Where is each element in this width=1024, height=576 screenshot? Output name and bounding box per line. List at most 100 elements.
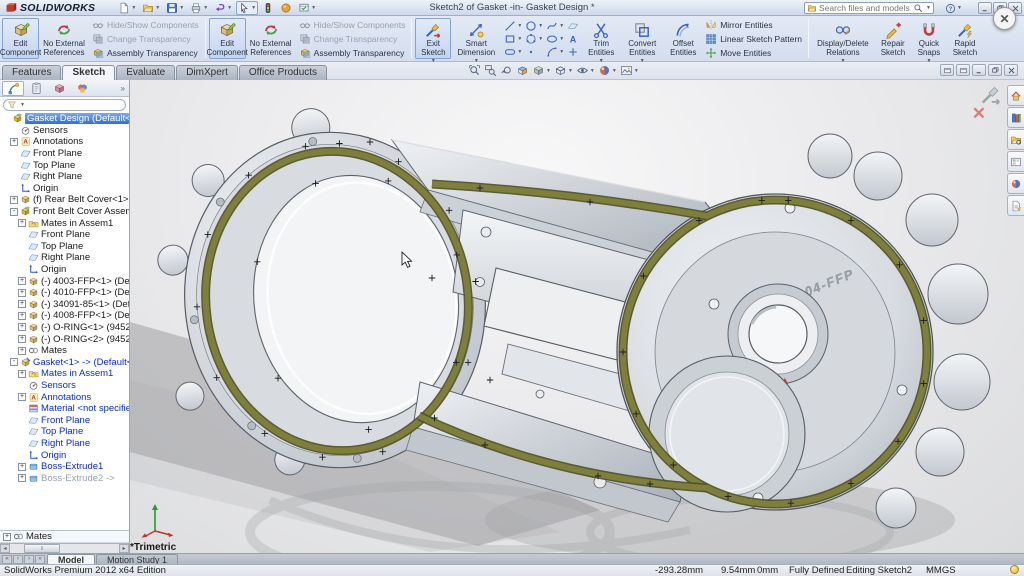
exit-sketch-button[interactable]: Exit Sketch▼ [415, 18, 451, 59]
scene-button[interactable]: ▼ [620, 64, 639, 77]
expander-icon[interactable]: + [18, 323, 26, 331]
app-logo[interactable]: SOLIDWORKS [0, 2, 100, 14]
tab-dimxpert[interactable]: DimXpert [176, 65, 238, 80]
scroll-left-icon[interactable]: ◂ [0, 544, 10, 553]
doc-tab-model[interactable]: Model [47, 554, 95, 564]
status-sphere-icon[interactable] [1010, 565, 1019, 574]
cancel-sketch-icon[interactable]: ✕ [972, 104, 986, 124]
expander-icon[interactable]: - [10, 208, 18, 216]
tab-evaluate[interactable]: Evaluate [116, 65, 175, 80]
zoom-fit-button[interactable] [468, 64, 481, 77]
expander-icon[interactable]: + [18, 347, 26, 355]
plane3d-button[interactable] [567, 19, 579, 32]
convert-entities-button[interactable]: Convert Entities▼ [620, 18, 664, 59]
select-button[interactable]: ▼ [236, 1, 258, 15]
docked-mates-row[interactable]: +Mates [0, 530, 129, 543]
tree-item[interactable]: +(-) 4010-FFP<1> (Defau [0, 287, 129, 299]
config-tab[interactable] [48, 81, 70, 96]
tab-office-products[interactable]: Office Products [239, 65, 327, 80]
move-entities-button[interactable]: Move Entities [705, 46, 802, 59]
tab-sketch[interactable]: Sketch [62, 65, 115, 80]
tree-filter-input[interactable]: ▼ [3, 99, 126, 111]
expander-icon[interactable]: - [10, 358, 18, 366]
minimize-doc-button[interactable] [972, 64, 986, 76]
tree-item[interactable]: +(-) 4003-FFP<1> (Defau [0, 275, 129, 287]
scroll-right-icon[interactable]: ▸ [119, 544, 129, 553]
slot-button[interactable]: ▼ [504, 45, 522, 58]
minimize-button[interactable] [978, 2, 992, 14]
help-button[interactable]: ? ▼ [945, 2, 962, 14]
save-button[interactable]: ▼ [164, 1, 186, 15]
tree-item[interactable]: Origin [0, 264, 129, 276]
hide-show-components-button[interactable]: Hide/Show Components [92, 18, 199, 31]
circular-pattern-button[interactable]: ▼ [525, 32, 543, 45]
tree-item[interactable]: Top Plane [0, 159, 129, 171]
view-orientation-button[interactable]: ▼ [532, 64, 551, 77]
tree-item[interactable]: +(-) O-RING<1> (9452K1 [0, 322, 129, 334]
point-plus-button[interactable] [567, 45, 579, 58]
overlay-close-icon[interactable]: ✕ [993, 7, 1016, 30]
repair-sketch-button[interactable]: Repair Sketch [874, 18, 912, 59]
circle-button[interactable]: ▼ [525, 19, 543, 32]
tree-item[interactable]: +AAnnotations [0, 391, 129, 403]
hide-show-items-button[interactable]: ▼ [576, 64, 595, 77]
appearances-button[interactable]: ▼ [598, 64, 617, 77]
graphics-viewport[interactable]: 4004-FFP [130, 80, 1024, 553]
no-external-references-button[interactable]: No External References [246, 18, 296, 59]
window-doc-button[interactable] [956, 64, 970, 76]
tree-item[interactable]: +Mates in Assem1 [0, 368, 129, 380]
tree-item[interactable]: +(-) 34091-85<1> (Defau [0, 299, 129, 311]
tree-item[interactable]: +Mates [0, 345, 129, 357]
tree-item[interactable]: Right Plane [0, 252, 129, 264]
trim-entities-button[interactable]: Trim Entities▼ [582, 18, 620, 59]
file-explorer-button[interactable] [1007, 129, 1024, 150]
text-button[interactable]: A [567, 32, 579, 45]
doc-tab-motion-study-1[interactable]: Motion Study 1 [96, 554, 178, 564]
mirror-entities-button[interactable]: Mirror Entities [705, 18, 802, 31]
exit-sketch-confirm-icon[interactable] [980, 84, 1002, 106]
expander-icon[interactable]: + [18, 393, 26, 401]
solidworks-resources-button[interactable] [1007, 85, 1024, 106]
view-palette-button[interactable] [1007, 151, 1024, 172]
tab-next-icon[interactable]: › [24, 555, 34, 564]
tree-item[interactable]: +Boss-Extrude1 [0, 461, 129, 473]
tree-item[interactable]: Sensors [0, 125, 129, 137]
display-tab[interactable] [71, 81, 93, 96]
point-button[interactable] [525, 45, 543, 58]
expander-icon[interactable]: + [18, 335, 26, 343]
expander-icon[interactable]: + [18, 474, 26, 482]
search-icon[interactable] [913, 3, 923, 13]
offset-entities-button[interactable]: Offset Entities [664, 18, 702, 59]
rectangle-button[interactable]: ▼ [504, 32, 522, 45]
expander-icon[interactable]: + [18, 277, 26, 285]
linear-sketch-pattern-button[interactable]: Linear Sketch Pattern [705, 32, 802, 45]
tree-item[interactable]: Origin [0, 183, 129, 195]
tree-item[interactable]: +Boss-Extrude2 -> [0, 472, 129, 484]
model-canvas[interactable]: 4004-FFP [130, 80, 1024, 553]
expander-icon[interactable]: + [18, 463, 26, 471]
change-transparency-button[interactable]: Change Transparency [299, 32, 406, 45]
display-style-button[interactable]: ▼ [554, 64, 573, 77]
expander-icon[interactable]: + [18, 300, 26, 308]
appearances-ball-button[interactable] [1007, 173, 1024, 194]
search-input[interactable] [819, 3, 911, 13]
props-tab[interactable] [25, 81, 47, 96]
restore-doc-button[interactable] [988, 64, 1002, 76]
tree-item[interactable]: Front Plane [0, 414, 129, 426]
edit-component-button[interactable]: Edit Component [209, 18, 246, 59]
section-view-button[interactable] [516, 64, 529, 77]
smart-dimension-button[interactable]: Smart Dimension▼ [451, 18, 501, 59]
expander-icon[interactable]: + [18, 289, 26, 297]
tree-item[interactable]: Front Plane [0, 229, 129, 241]
expander-icon[interactable]: + [10, 138, 18, 146]
expander-icon[interactable]: + [18, 370, 26, 378]
hide-show-components-button[interactable]: Hide/Show Components [299, 18, 406, 31]
tree-item[interactable]: +AAnnotations [0, 136, 129, 148]
no-external-references-button[interactable]: No External References [39, 18, 89, 59]
tab-last-icon[interactable]: » [35, 555, 45, 564]
zoom-area-button[interactable] [484, 64, 497, 77]
tree-item[interactable]: +Mates in Assem1 [0, 217, 129, 229]
tree-item[interactable]: Top Plane [0, 241, 129, 253]
tree-item[interactable]: Right Plane [0, 438, 129, 450]
window-doc-button[interactable] [940, 64, 954, 76]
